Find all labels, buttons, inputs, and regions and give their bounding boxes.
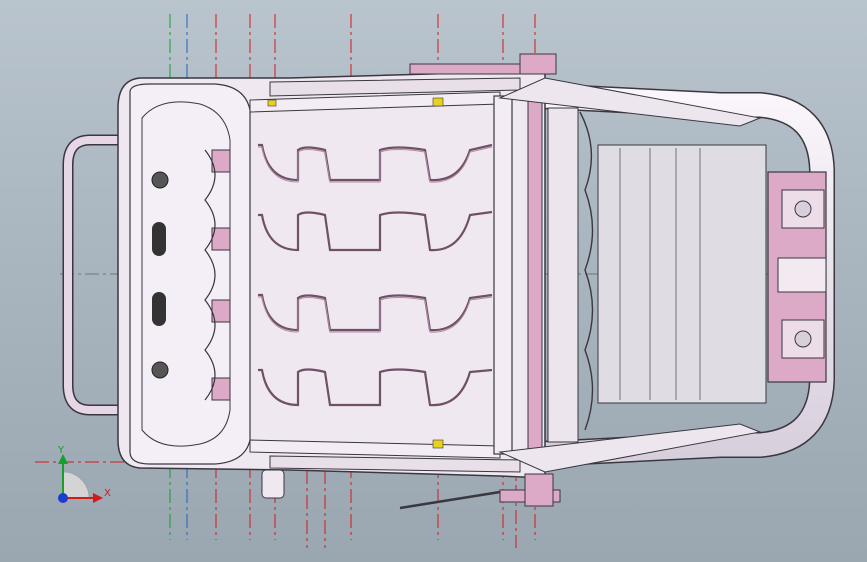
seat-frame-model[interactable]: Y X (0, 0, 867, 562)
rear-loop-tube (62, 134, 126, 416)
hole-icon (151, 171, 169, 189)
slot-icon (152, 292, 166, 326)
rear-cushion-profile (129, 83, 251, 465)
latch-cylinder (261, 469, 285, 499)
crossbeam (527, 95, 543, 455)
y-axis-label: Y (57, 445, 65, 456)
bolt-icon (794, 200, 812, 218)
crossbeam (547, 107, 579, 443)
release-cable (399, 490, 501, 510)
hole-icon (151, 361, 169, 379)
crossbeam (493, 95, 513, 455)
x-axis-label: X (104, 488, 111, 499)
slot-icon (152, 222, 166, 256)
x-axis-arrow-icon (93, 493, 103, 503)
graphics-viewport[interactable]: Y X (0, 0, 867, 562)
front-mesh-panel (597, 144, 767, 404)
bolt-icon (794, 330, 812, 348)
z-axis-dot-icon (58, 493, 68, 503)
orientation-triad[interactable]: Y X (57, 445, 111, 503)
